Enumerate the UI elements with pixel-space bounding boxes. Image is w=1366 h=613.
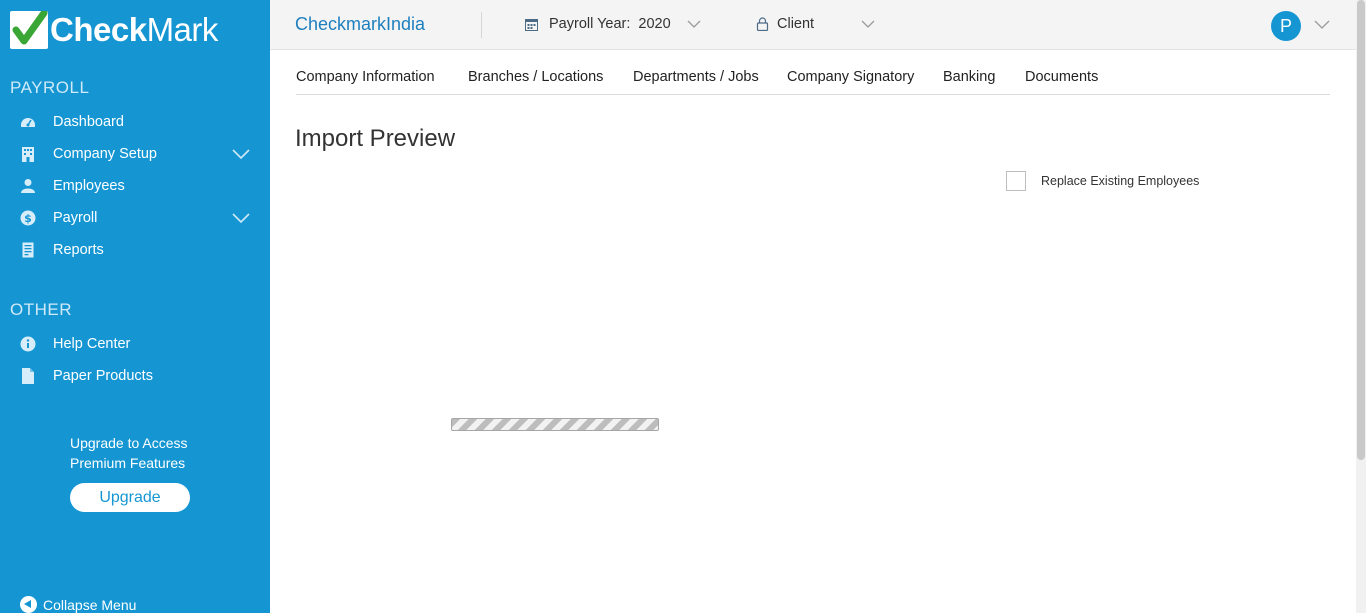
chevron-down-icon[interactable] (231, 148, 251, 160)
logo-text: CheckMark (50, 10, 218, 50)
sidebar-item-help-center[interactable]: Help Center (0, 328, 270, 360)
sidebar-item-label: Reports (53, 242, 104, 258)
client-label: Client (777, 16, 815, 32)
report-icon (20, 242, 36, 258)
company-brand[interactable]: CheckmarkIndia (295, 14, 425, 35)
upgrade-line-1: Upgrade to Access (70, 435, 188, 451)
chevron-down-icon[interactable] (231, 212, 251, 224)
tab-banking[interactable]: Banking (943, 69, 995, 85)
section-title-payroll: PAYROLL (10, 78, 90, 97)
user-avatar[interactable]: P (1271, 11, 1301, 41)
tab-documents[interactable]: Documents (1025, 69, 1098, 85)
sidebar-item-reports[interactable]: Reports (0, 234, 270, 266)
info-icon (20, 336, 36, 352)
dollar-icon: $ (20, 210, 36, 226)
upgrade-button[interactable]: Upgrade (70, 483, 190, 512)
sidebar-item-label: Payroll (53, 210, 98, 226)
logo-text-bold: Check (50, 11, 147, 48)
chevron-down-icon (861, 20, 875, 28)
collapse-arrow-icon (20, 596, 37, 613)
calendar-icon (525, 18, 538, 31)
client-selector[interactable]: Client (756, 16, 875, 32)
sidebar-item-paper-products[interactable]: Paper Products (0, 360, 270, 392)
sidebar: CheckMark PAYROLL Dashboard Company Setu… (0, 0, 270, 613)
divider (481, 12, 482, 38)
top-bar: CheckmarkIndia Payroll Year: 2020 Client… (270, 0, 1366, 50)
section-title-other: OTHER (10, 300, 72, 319)
sidebar-item-employees[interactable]: Employees (0, 170, 270, 202)
document-icon (20, 368, 36, 384)
payroll-year-value: 2020 (638, 16, 671, 32)
svg-text:$: $ (24, 212, 32, 225)
chevron-down-icon (687, 20, 701, 28)
user-icon (20, 178, 36, 194)
tab-departments-jobs[interactable]: Departments / Jobs (633, 69, 759, 85)
logo-text-rest: Mark (146, 11, 219, 48)
tab-branches-locations[interactable]: Branches / Locations (468, 69, 603, 85)
checkmark-logo[interactable]: CheckMark (10, 10, 218, 50)
loading-progress-bar (451, 418, 659, 431)
upgrade-line-2: Premium Features (70, 455, 186, 471)
replace-existing-label[interactable]: Replace Existing Employees (1041, 174, 1199, 188)
payroll-year-selector[interactable]: Payroll Year: 2020 (525, 16, 701, 32)
sidebar-item-label: Company Setup (53, 146, 157, 162)
tab-company-signatory[interactable]: Company Signatory (787, 69, 914, 85)
sidebar-item-dashboard[interactable]: Dashboard (0, 106, 270, 138)
company-tabs: Company Information Branches / Locations… (296, 60, 1330, 95)
replace-existing-checkbox[interactable] (1006, 171, 1026, 191)
payroll-year-label: Payroll Year: (549, 16, 631, 32)
collapse-menu-label: Collapse Menu (43, 596, 137, 613)
dashboard-icon (20, 114, 36, 130)
building-icon (20, 146, 36, 162)
sidebar-item-company-setup[interactable]: Company Setup (0, 138, 270, 170)
sidebar-item-label: Paper Products (53, 368, 153, 384)
collapse-menu-button[interactable]: Collapse Menu (20, 596, 136, 613)
scrollbar-thumb[interactable] (1357, 0, 1365, 460)
tab-company-information[interactable]: Company Information (296, 69, 435, 85)
chevron-down-icon[interactable] (1314, 20, 1330, 30)
logo-check-icon (10, 11, 48, 49)
sidebar-item-label: Dashboard (53, 114, 124, 130)
sidebar-item-label: Employees (53, 178, 125, 194)
upgrade-promo-text: Upgrade to Access Premium Features (70, 433, 230, 473)
vertical-scrollbar[interactable] (1356, 0, 1366, 613)
page-title: Import Preview (295, 125, 456, 152)
sidebar-item-payroll[interactable]: $ Payroll (0, 202, 270, 234)
sidebar-item-label: Help Center (53, 336, 131, 352)
lock-icon (756, 17, 769, 31)
